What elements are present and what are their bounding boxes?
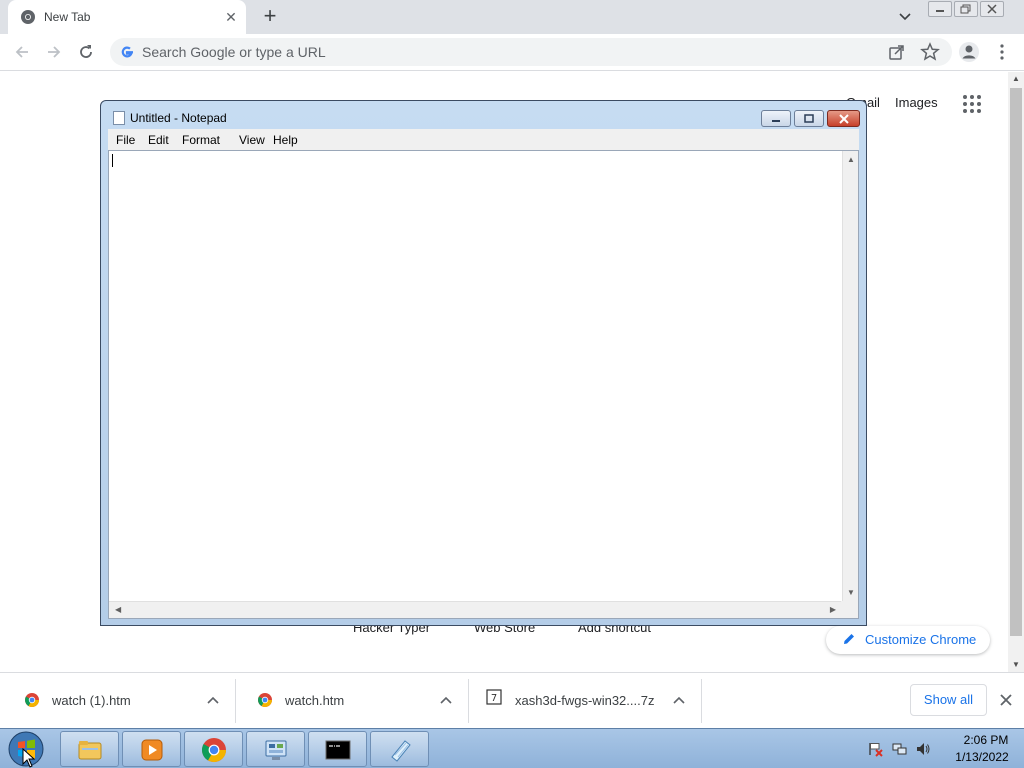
tab-search-chevron-icon[interactable] [896, 8, 914, 26]
restore-window-button[interactable] [954, 1, 978, 17]
taskbar-media-player[interactable] [122, 731, 181, 767]
show-all-label: Show all [923, 692, 974, 707]
notepad-window: Untitled - Notepad File Edit Format View… [100, 100, 867, 626]
download-shelf: watch (1).htm watch.htm 7 xash3d-fwgs-wi… [0, 672, 1024, 728]
notepad-close-button[interactable] [827, 110, 860, 127]
omnibox[interactable]: Search Google or type a URL [110, 38, 952, 66]
action-center-flag-icon[interactable] [867, 741, 883, 757]
download-filename: xash3d-fwgs-win32....7z [515, 693, 655, 708]
control-panel-icon [265, 740, 287, 760]
tab-close-icon[interactable]: ✕ [222, 8, 240, 26]
maximize-icon [804, 113, 814, 123]
menu-file[interactable]: File [116, 133, 135, 147]
volume-icon[interactable] [915, 741, 931, 757]
download-item[interactable]: watch.htm [237, 679, 469, 723]
taskbar-notepad[interactable] [370, 731, 429, 767]
scroll-down-arrow-icon[interactable]: ▼ [1008, 658, 1024, 672]
media-player-icon [141, 739, 163, 761]
profile-avatar-icon[interactable] [958, 41, 980, 63]
notepad-app-icon [113, 111, 125, 125]
menu-view[interactable]: View [239, 133, 265, 147]
system-tray: 2:06 PM 1/13/2022 [866, 729, 1024, 768]
reload-icon[interactable] [76, 42, 96, 62]
scroll-up-arrow-icon[interactable]: ▲ [1008, 72, 1024, 86]
google-g-icon [121, 46, 133, 58]
taskbar-windows-explorer[interactable] [60, 731, 119, 767]
resize-grip-icon[interactable] [841, 601, 858, 618]
google-apps-grid-icon[interactable] [962, 94, 982, 114]
menu-help[interactable]: Help [273, 133, 298, 147]
images-link[interactable]: Images [895, 95, 938, 110]
text-caret [112, 154, 113, 167]
minimize-icon [936, 10, 944, 12]
show-all-downloads-button[interactable]: Show all [910, 684, 987, 716]
customize-chrome-button[interactable]: Customize Chrome [826, 626, 990, 654]
scroll-right-arrow-icon[interactable]: ▶ [830, 605, 836, 614]
chevron-up-icon[interactable] [672, 693, 686, 707]
mouse-pointer-icon [22, 748, 36, 768]
scrollbar-thumb[interactable] [1010, 88, 1022, 636]
notepad-vertical-scrollbar[interactable]: ▲ ▼ [842, 151, 858, 601]
back-arrow-icon[interactable] [12, 42, 32, 62]
close-shelf-icon[interactable] [998, 692, 1014, 708]
folder-icon [78, 741, 102, 760]
browser-toolbar: Search Google or type a URL [0, 34, 1024, 71]
share-icon[interactable] [888, 43, 906, 61]
pencil-icon [844, 634, 854, 644]
menu-format[interactable]: Format [182, 133, 220, 147]
forward-arrow-icon[interactable] [44, 42, 64, 62]
notepad-text-area[interactable]: ▲ ▼ ◀ ▶ [108, 150, 859, 619]
command-prompt-icon [325, 740, 351, 760]
download-filename: watch (1).htm [52, 693, 131, 708]
close-window-button[interactable] [980, 1, 1004, 17]
notepad-menubar: File Edit Format View Help [108, 129, 859, 150]
scroll-left-arrow-icon[interactable]: ◀ [115, 605, 121, 614]
chrome-icon [258, 693, 272, 707]
clock-time[interactable]: 2:06 PM [955, 733, 1017, 747]
close-icon [987, 4, 997, 14]
restore-icon [960, 4, 971, 14]
menu-edit[interactable]: Edit [148, 133, 169, 147]
download-item[interactable]: 7 xash3d-fwgs-win32....7z [470, 679, 702, 723]
taskbar-google-chrome[interactable] [184, 731, 243, 767]
chrome-icon [201, 738, 226, 763]
chevron-up-icon[interactable] [206, 693, 220, 707]
notepad-icon [391, 740, 411, 762]
more-menu-icon[interactable] [996, 42, 1008, 62]
tab-strip: New Tab ✕ + [0, 0, 1024, 34]
scroll-up-arrow-icon[interactable]: ▲ [847, 155, 855, 164]
page-scrollbar[interactable]: ▲ ▼ [1008, 72, 1024, 672]
download-filename: watch.htm [285, 693, 345, 708]
clock-date[interactable]: 1/13/2022 [946, 750, 1018, 764]
minimize-window-button[interactable] [928, 1, 952, 17]
notepad-horizontal-scrollbar[interactable]: ◀ ▶ [109, 601, 842, 618]
bookmark-star-icon[interactable] [920, 42, 940, 62]
tab-new-tab[interactable]: New Tab ✕ [8, 0, 246, 34]
minimize-icon [772, 119, 780, 122]
taskbar: 2:06 PM 1/13/2022 [0, 728, 1024, 768]
close-icon [838, 113, 849, 124]
taskbar-command-prompt[interactable] [308, 731, 367, 767]
customize-chrome-label: Customize Chrome [865, 632, 977, 647]
omnibox-placeholder: Search Google or type a URL [142, 44, 326, 60]
archive-icon: 7 [486, 689, 502, 705]
scroll-down-arrow-icon[interactable]: ▼ [847, 588, 855, 597]
chevron-up-icon[interactable] [439, 693, 453, 707]
notepad-minimize-button[interactable] [761, 110, 791, 127]
download-item[interactable]: watch (1).htm [4, 679, 236, 723]
network-icon[interactable] [891, 741, 907, 757]
tab-title: New Tab [44, 10, 91, 24]
svg-text:7: 7 [491, 693, 497, 704]
notepad-title: Untitled - Notepad [130, 111, 227, 125]
new-tab-button[interactable]: + [258, 5, 282, 29]
chrome-icon [21, 10, 35, 24]
notepad-maximize-button[interactable] [794, 110, 824, 127]
chrome-icon [25, 693, 39, 707]
taskbar-control-panel[interactable] [246, 731, 305, 767]
window-controls [928, 1, 1004, 17]
